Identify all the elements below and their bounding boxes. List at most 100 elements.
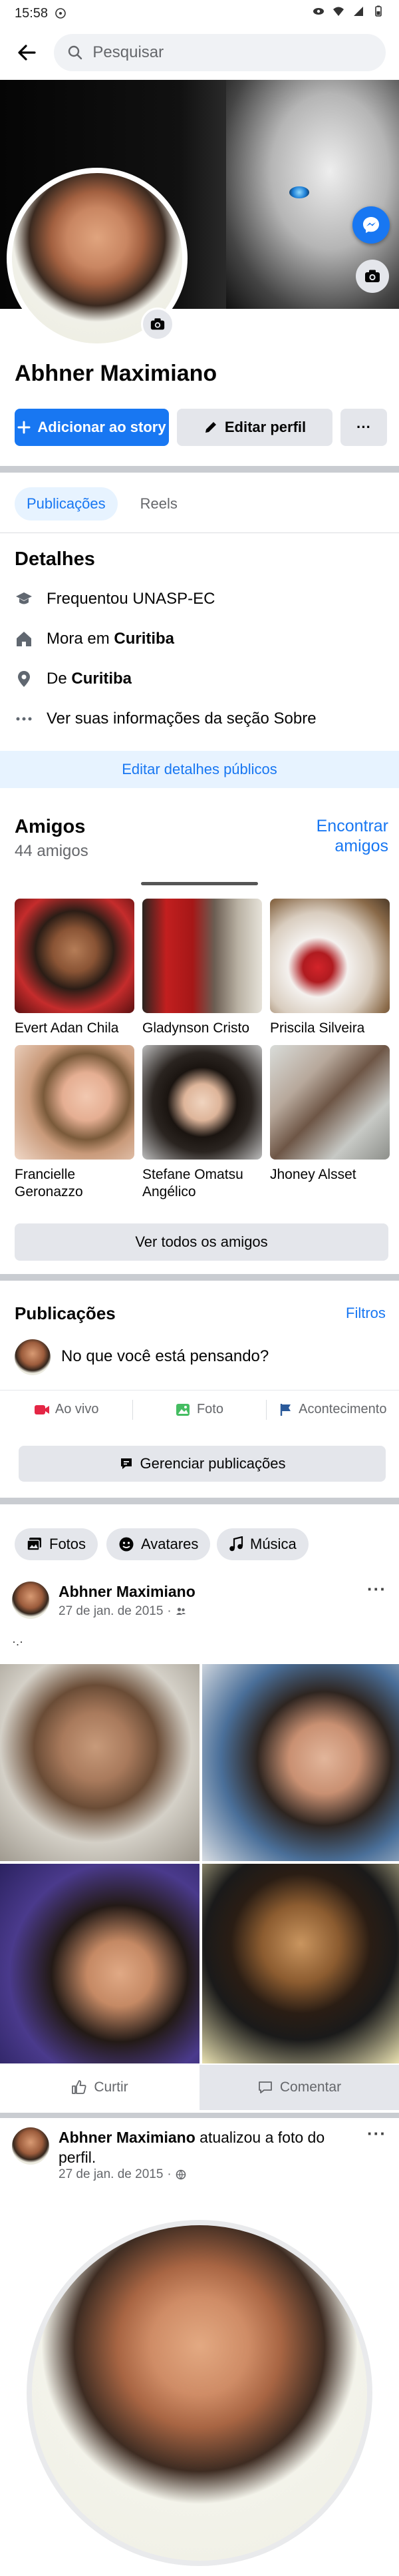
live-video-icon	[34, 1404, 49, 1414]
composer-avatar[interactable]	[15, 1339, 51, 1375]
post-author-name[interactable]: Abhner Maximiano	[59, 1583, 196, 1601]
composer-actions: Ao vivo Foto Acontecimento	[0, 1390, 399, 1428]
tab-reels[interactable]: Reels	[128, 487, 190, 521]
like-button[interactable]: Curtir	[0, 2065, 200, 2110]
location-pin-icon	[18, 671, 30, 687]
comment-button[interactable]: Comentar	[200, 2065, 399, 2110]
plus-icon	[17, 421, 31, 434]
more-options-button[interactable]: ···	[340, 409, 387, 446]
camera-icon	[150, 318, 165, 330]
friend-name: Gladynson Cristo	[142, 1020, 250, 1036]
friend-card[interactable]: Francielle Geronazzo	[15, 1045, 134, 1201]
friend-card[interactable]: Priscila Silveira	[270, 899, 390, 1037]
edit-public-details-button[interactable]: Editar detalhes públicos	[0, 751, 399, 788]
life-event-button[interactable]: Acontecimento	[267, 1402, 399, 1417]
detail-lives: Mora em Curitiba	[15, 626, 174, 652]
profile-actions: Adicionar ao story Editar perfil ···	[15, 409, 387, 446]
meta-separator: ·	[167, 1604, 172, 1618]
see-all-friends-button[interactable]: Ver todos os amigos	[15, 1223, 388, 1261]
edit-profile-button[interactable]: Editar perfil	[177, 409, 332, 446]
photo-button[interactable]: Foto	[133, 1402, 265, 1417]
edit-cover-button[interactable]	[356, 260, 389, 293]
comment-icon	[258, 2081, 272, 2093]
post-photo[interactable]	[0, 1864, 200, 2063]
friend-card[interactable]: Gladynson Cristo	[142, 899, 262, 1037]
edit-avatar-button[interactable]	[141, 308, 174, 341]
top-bar	[0, 27, 399, 79]
search-bar[interactable]	[54, 34, 386, 71]
friend-name: Evert Adan Chila	[15, 1020, 119, 1036]
messenger-icon	[363, 217, 379, 233]
messenger-button[interactable]	[352, 206, 390, 244]
composer-input[interactable]: No que você está pensando?	[61, 1347, 269, 1366]
friend-card[interactable]: Stefane Omatsu Angélico	[142, 1045, 262, 1201]
friend-name: Priscila Silveira	[270, 1020, 365, 1036]
signal-icon	[354, 7, 363, 16]
friend-name: Stefane Omatsu Angélico	[142, 1167, 243, 1199]
graduation-cap-icon	[16, 592, 32, 604]
notification-icon	[55, 8, 66, 19]
friends-audience-icon	[176, 1608, 186, 1615]
publications-title: Publicações	[15, 1303, 116, 1323]
avatars-chip-label: Avatares	[141, 1536, 199, 1552]
section-divider	[0, 466, 399, 473]
music-note-icon	[229, 1536, 243, 1552]
updated-profile-photo[interactable]	[32, 2225, 367, 2561]
manage-posts-button[interactable]: Gerenciar publicações	[19, 1446, 386, 1482]
detail-education: Frequentou UNASP-EC	[15, 586, 215, 612]
globe-icon	[176, 2169, 186, 2180]
post-footer: Curtir Comentar	[0, 2065, 399, 2110]
post-header-text: Abhner Maximiano atualizou a foto do per…	[59, 2127, 338, 2167]
pencil-icon	[205, 422, 216, 433]
photos-chip-label: Fotos	[49, 1536, 86, 1552]
friend-card[interactable]: Evert Adan Chila	[15, 899, 134, 1037]
battery-icon	[375, 5, 382, 17]
back-button[interactable]	[13, 39, 39, 66]
arrow-left-icon	[18, 45, 36, 61]
more-dots-icon	[16, 717, 32, 721]
post-text: ·.·	[12, 1635, 23, 1648]
post-author-avatar[interactable]	[12, 2127, 49, 2165]
detail-lives-city[interactable]: Curitiba	[114, 630, 174, 648]
post-author-name[interactable]: Abhner Maximiano	[59, 2129, 196, 2146]
find-friends-link[interactable]: Encontrar amigos	[299, 816, 388, 856]
detail-about-text: Ver suas informações da seção Sobre	[47, 710, 317, 728]
detail-about[interactable]: Ver suas informações da seção Sobre	[15, 706, 317, 732]
flag-icon	[280, 1403, 291, 1416]
post-photo[interactable]	[202, 1664, 399, 1861]
friends-title: Amigos	[15, 816, 86, 837]
search-input[interactable]	[92, 43, 359, 62]
search-icon	[68, 45, 82, 60]
camera-icon	[365, 270, 380, 282]
profile-tabs: Publicações Reels	[15, 487, 190, 521]
photos-chip[interactable]: Fotos	[15, 1528, 98, 1560]
avatars-chip[interactable]: Avatares	[106, 1528, 211, 1560]
add-story-button[interactable]: Adicionar ao story	[15, 409, 169, 446]
filters-link[interactable]: Filtros	[346, 1305, 386, 1322]
edit-profile-label: Editar perfil	[224, 419, 307, 435]
photos-icon	[27, 1538, 41, 1551]
friend-name: Jhoney Alsset	[270, 1167, 356, 1182]
post-date[interactable]: 27 de jan. de 2015	[59, 1604, 163, 1619]
tab-publications[interactable]: Publicações	[15, 487, 118, 521]
friend-photo	[270, 899, 390, 1013]
post-options-button[interactable]: ···	[367, 2123, 386, 2144]
photo-icon	[176, 1403, 190, 1416]
post-author-avatar[interactable]	[12, 1582, 49, 1619]
music-chip[interactable]: Música	[217, 1528, 309, 1560]
friend-card[interactable]: Jhoney Alsset	[270, 1045, 390, 1183]
detail-from-city[interactable]: Curitiba	[71, 670, 132, 688]
post-date[interactable]: 27 de jan. de 2015	[59, 2167, 163, 2182]
post-photo[interactable]	[202, 1864, 399, 2063]
live-button[interactable]: Ao vivo	[0, 1402, 132, 1417]
wifi-icon	[333, 7, 344, 16]
music-chip-label: Música	[250, 1536, 297, 1552]
home-icon	[17, 632, 31, 646]
status-time: 15:58	[15, 5, 49, 21]
post-options-button[interactable]: ···	[367, 1579, 386, 1600]
friend-photo	[270, 1045, 390, 1160]
post-photo[interactable]	[0, 1664, 200, 1861]
meta-separator: ·	[167, 2167, 172, 2181]
profile-page: { "status_bar": { "time": "15:58" }, "se…	[0, 0, 399, 2576]
friend-name: Francielle Geronazzo	[15, 1167, 83, 1199]
